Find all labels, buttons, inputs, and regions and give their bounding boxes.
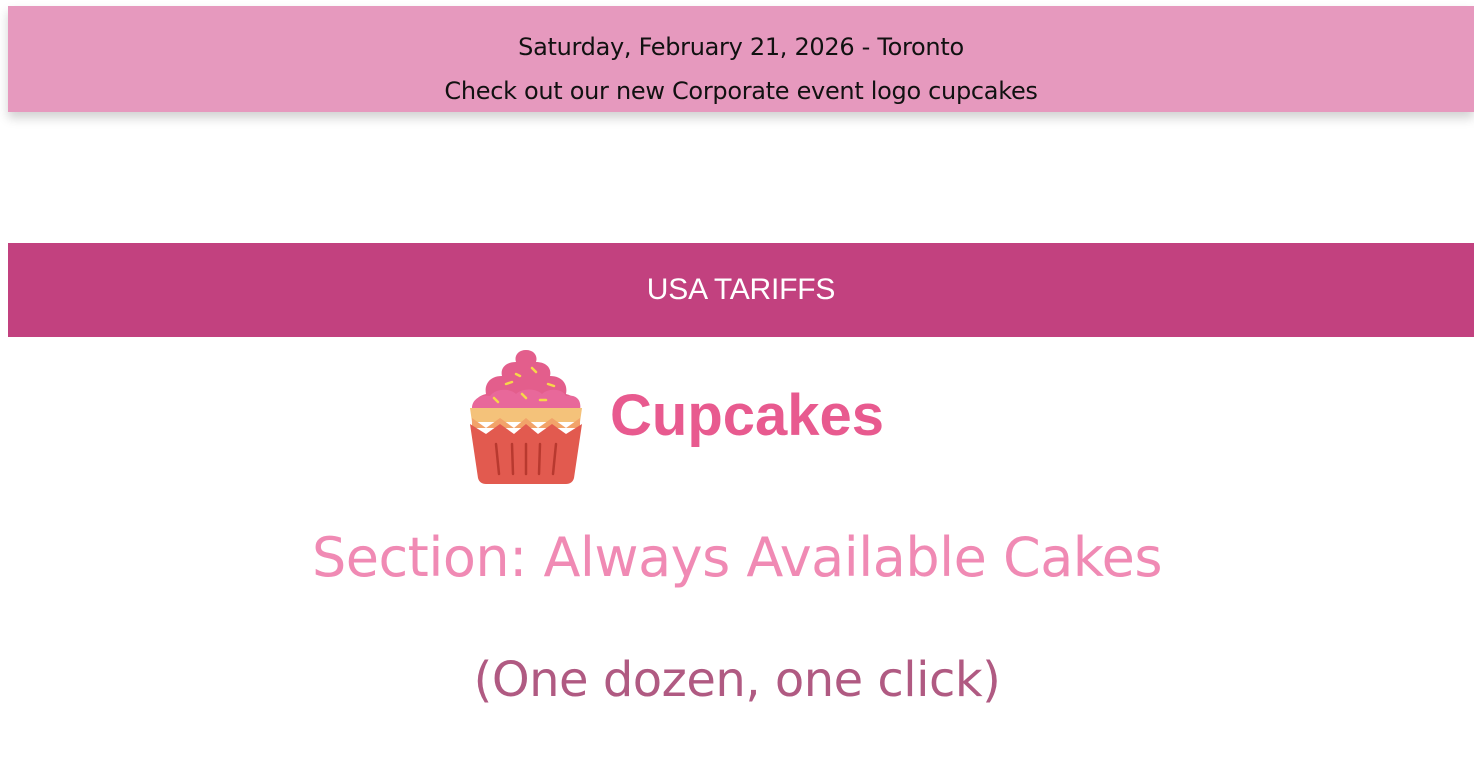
section-subtitle: (One dozen, one click)	[473, 652, 1001, 708]
brand-name[interactable]: Cupcakes	[610, 348, 884, 484]
promo-link[interactable]: Check out our new Corporate event logo c…	[8, 76, 1474, 106]
brand-logo-link[interactable]: Cupcakes	[466, 348, 884, 484]
announcement-banner: Saturday, February 21, 2026 - Toronto Ch…	[8, 6, 1474, 112]
date-location-text: Saturday, February 21, 2026 - Toronto	[518, 33, 964, 61]
page: Saturday, February 21, 2026 - Toronto Ch…	[0, 0, 1474, 782]
section-title: Section: Always Available Cakes	[311, 526, 1163, 589]
tariffs-bar[interactable]: USA TARIFFS	[8, 243, 1474, 337]
cupcake-icon	[470, 350, 582, 484]
tariffs-label[interactable]: USA TARIFFS	[647, 273, 836, 306]
